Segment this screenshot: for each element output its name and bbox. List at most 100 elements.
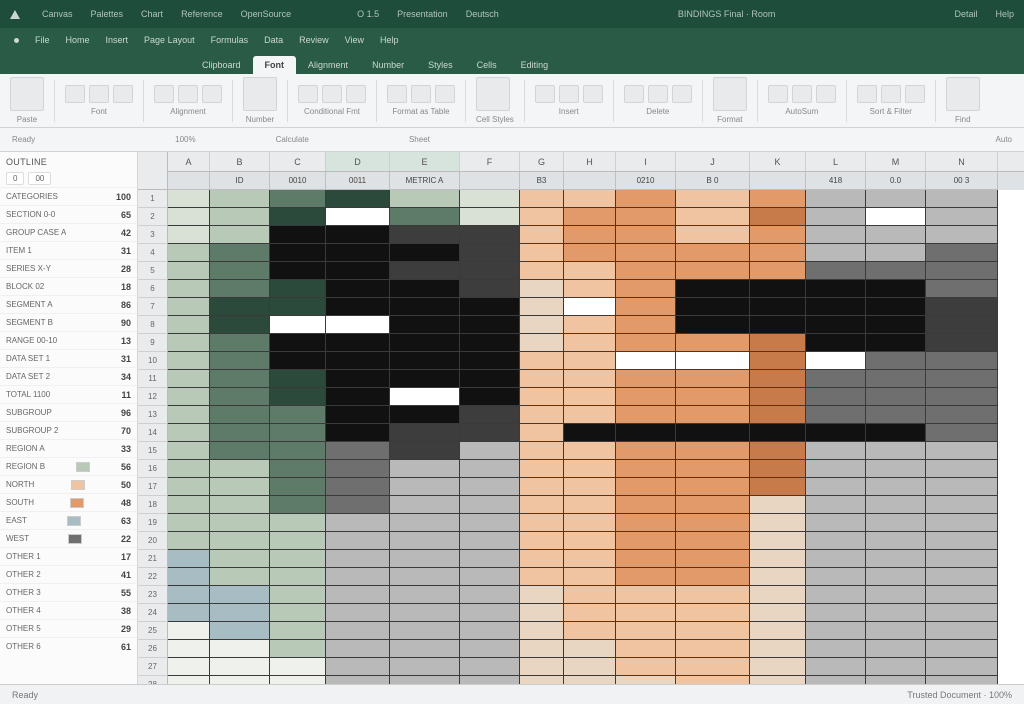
- cell[interactable]: [564, 424, 616, 442]
- cell[interactable]: [866, 622, 926, 640]
- cell[interactable]: [210, 568, 270, 586]
- ribbon-button[interactable]: [648, 85, 668, 103]
- cell[interactable]: [210, 658, 270, 676]
- row-header[interactable]: 19: [138, 514, 167, 532]
- cell[interactable]: [390, 442, 460, 460]
- cell[interactable]: [270, 280, 326, 298]
- cell[interactable]: [270, 424, 326, 442]
- cell[interactable]: [326, 370, 390, 388]
- row-header[interactable]: 12: [138, 388, 167, 406]
- cell[interactable]: [926, 460, 998, 478]
- cell[interactable]: [926, 658, 998, 676]
- cell[interactable]: [866, 586, 926, 604]
- cell[interactable]: [270, 586, 326, 604]
- cell[interactable]: [460, 460, 520, 478]
- cell[interactable]: [676, 640, 750, 658]
- ribbon-button[interactable]: [298, 85, 318, 103]
- row-header[interactable]: 3: [138, 226, 167, 244]
- cell[interactable]: [750, 550, 806, 568]
- cell[interactable]: [750, 280, 806, 298]
- cell[interactable]: [460, 388, 520, 406]
- titlebar-item[interactable]: Canvas: [42, 9, 73, 19]
- cell[interactable]: [168, 604, 210, 622]
- cell[interactable]: [168, 514, 210, 532]
- cell[interactable]: [806, 424, 866, 442]
- cell[interactable]: [564, 298, 616, 316]
- cell[interactable]: [270, 352, 326, 370]
- cell[interactable]: [326, 208, 390, 226]
- cell[interactable]: [326, 226, 390, 244]
- cell[interactable]: [270, 532, 326, 550]
- cell[interactable]: [460, 262, 520, 280]
- cell[interactable]: [866, 388, 926, 406]
- cell[interactable]: [616, 388, 676, 406]
- cell[interactable]: [210, 406, 270, 424]
- cell[interactable]: [806, 478, 866, 496]
- cell[interactable]: [676, 532, 750, 550]
- ribbon-button[interactable]: [583, 85, 603, 103]
- cell[interactable]: [168, 676, 210, 684]
- cell[interactable]: [676, 460, 750, 478]
- cell[interactable]: [616, 568, 676, 586]
- cell[interactable]: [806, 244, 866, 262]
- cell[interactable]: [806, 388, 866, 406]
- cell[interactable]: [866, 442, 926, 460]
- cell[interactable]: [676, 316, 750, 334]
- cell[interactable]: [520, 622, 564, 640]
- outline-row[interactable]: SECTION 0-065: [0, 205, 137, 223]
- row-header[interactable]: 14: [138, 424, 167, 442]
- cell[interactable]: [168, 388, 210, 406]
- cell[interactable]: [806, 226, 866, 244]
- cell[interactable]: [866, 406, 926, 424]
- ribbon-button[interactable]: [476, 77, 510, 111]
- menu-item[interactable]: Page Layout: [144, 35, 195, 45]
- column-header[interactable]: H: [564, 152, 616, 171]
- cell[interactable]: [326, 514, 390, 532]
- column-label-cell[interactable]: [168, 172, 210, 190]
- ribbon-button[interactable]: [559, 85, 579, 103]
- cell[interactable]: [210, 640, 270, 658]
- cell[interactable]: [168, 424, 210, 442]
- cell[interactable]: [866, 460, 926, 478]
- cell[interactable]: [806, 208, 866, 226]
- cell[interactable]: [564, 316, 616, 334]
- cell[interactable]: [390, 370, 460, 388]
- cell[interactable]: [750, 478, 806, 496]
- cell[interactable]: [390, 658, 460, 676]
- cell[interactable]: [750, 424, 806, 442]
- row-header[interactable]: 26: [138, 640, 167, 658]
- row-header[interactable]: 10: [138, 352, 167, 370]
- cell[interactable]: [168, 208, 210, 226]
- cell[interactable]: [676, 496, 750, 514]
- cell[interactable]: [460, 280, 520, 298]
- cell[interactable]: [616, 316, 676, 334]
- cell[interactable]: [926, 568, 998, 586]
- ribbon-tab[interactable]: Editing: [509, 56, 561, 74]
- cell[interactable]: [616, 676, 676, 684]
- cell[interactable]: [210, 478, 270, 496]
- titlebar-item[interactable]: Palettes: [91, 9, 124, 19]
- cell[interactable]: [564, 262, 616, 280]
- cell[interactable]: [866, 496, 926, 514]
- cell[interactable]: [168, 334, 210, 352]
- cell[interactable]: [926, 640, 998, 658]
- outline-row[interactable]: WEST22: [0, 529, 137, 547]
- cell[interactable]: [564, 478, 616, 496]
- titlebar-item[interactable]: O 1.5: [357, 9, 379, 19]
- ribbon-button[interactable]: [10, 77, 44, 111]
- cell[interactable]: [616, 442, 676, 460]
- cell[interactable]: [210, 388, 270, 406]
- cell[interactable]: [270, 568, 326, 586]
- row-header[interactable]: 15: [138, 442, 167, 460]
- cell[interactable]: [926, 388, 998, 406]
- cell[interactable]: [390, 532, 460, 550]
- cell[interactable]: [270, 262, 326, 280]
- cell[interactable]: [676, 280, 750, 298]
- cell[interactable]: [460, 514, 520, 532]
- outline-row[interactable]: CATEGORIES100: [0, 187, 137, 205]
- cell[interactable]: [564, 514, 616, 532]
- cell[interactable]: [616, 622, 676, 640]
- cell[interactable]: [326, 568, 390, 586]
- cell[interactable]: [616, 406, 676, 424]
- cell[interactable]: [926, 226, 998, 244]
